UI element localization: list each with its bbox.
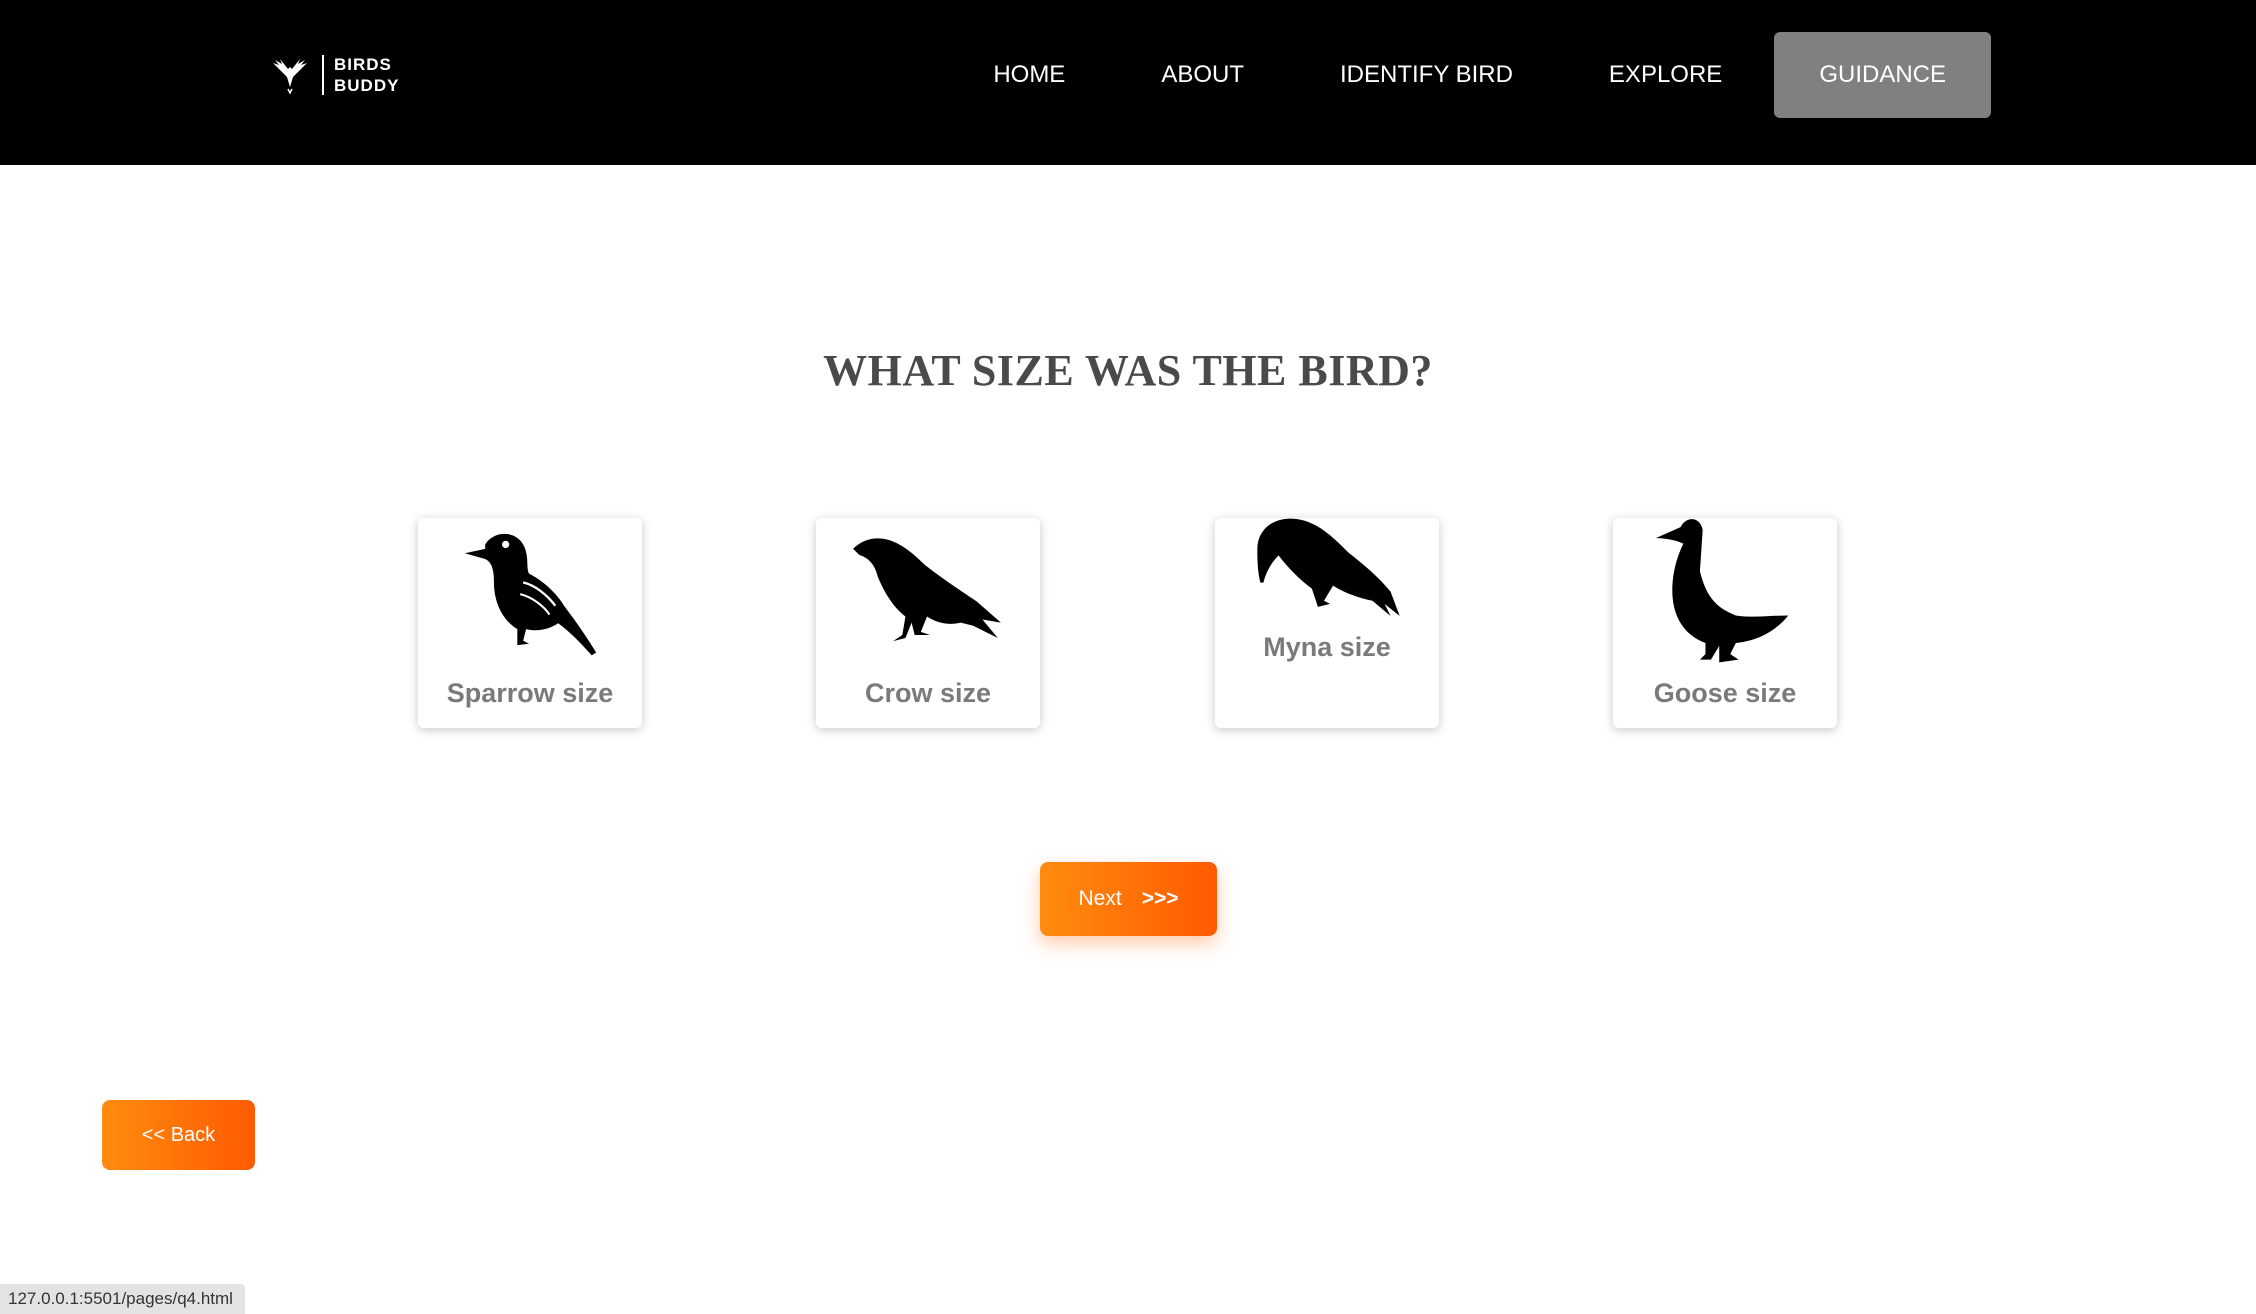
browser-status-url: 127.0.0.1:5501/pages/q4.html [0,1284,245,1314]
option-card-sparrow[interactable]: Sparrow size [418,518,642,728]
nav-explore[interactable]: EXPLORE [1561,32,1770,118]
brand-line-2: BUDDY [334,76,400,95]
nav-identify-bird[interactable]: IDENTIFY BIRD [1292,32,1561,118]
option-label-crow: Crow size [864,678,992,708]
question-title: WHAT SIZE WAS THE BIRD? [823,346,1433,395]
navbar: BIRDS BUDDY HOME ABOUT IDENTIFY BIRD EXP… [0,0,2256,165]
option-card-myna[interactable]: Myna size [1215,518,1439,728]
crow-icon [853,538,1001,642]
next-button-label: Next [1078,887,1122,910]
brand-logo-link[interactable]: BIRDS BUDDY [270,52,399,98]
nav-guidance[interactable]: GUIDANCE [1774,32,1991,118]
back-button[interactable]: << Back [102,1100,255,1170]
bird-wings-icon [273,59,307,95]
nav-home[interactable]: HOME [945,32,1113,118]
option-card-goose[interactable]: Goose size [1613,518,1837,728]
goose-icon [1655,519,1789,663]
sparrow-icon [464,533,597,656]
option-label-goose: Goose size [1653,678,1797,708]
nav-about[interactable]: ABOUT [1113,32,1292,118]
brand-line-1: BIRDS [334,55,392,74]
nav-links: HOME ABOUT IDENTIFY BIRD EXPLORE GUIDANC… [945,32,1991,118]
brand-name: BIRDS BUDDY [334,54,399,96]
myna-icon [1257,518,1400,616]
next-arrows: >>> [1141,887,1179,910]
next-button[interactable]: Next >>> [1040,862,1217,936]
option-card-crow[interactable]: Crow size [816,518,1040,728]
option-label-sparrow: Sparrow size [446,678,614,708]
brand-divider [322,55,324,95]
option-label-myna: Myna size [1263,632,1391,662]
